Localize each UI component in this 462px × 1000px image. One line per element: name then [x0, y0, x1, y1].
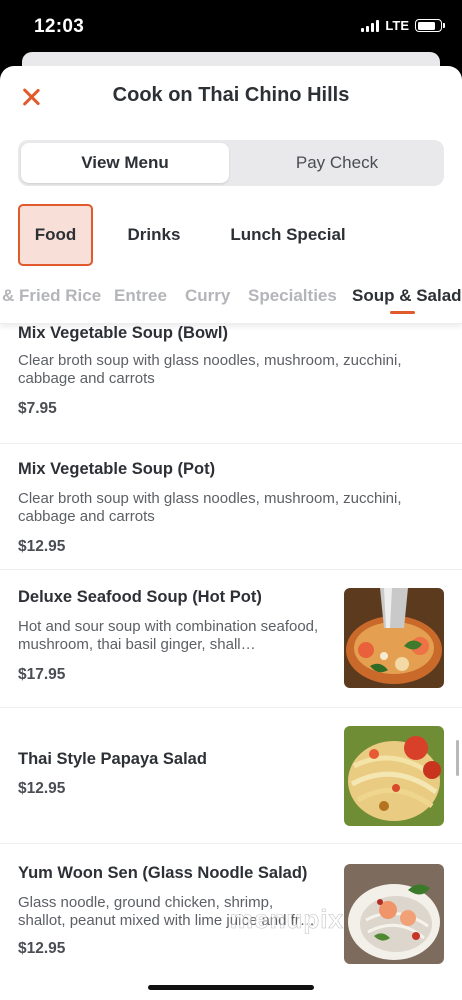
item-price: $12.95	[18, 538, 66, 555]
subtab-fried-rice[interactable]: & Fried Rice	[2, 286, 101, 306]
item-price: $12.95	[18, 940, 66, 957]
item-name: Mix Vegetable Soup (Pot)	[18, 460, 216, 478]
seafood-soup-photo	[344, 588, 444, 688]
page-title: Cook on Thai Chino Hills	[112, 84, 350, 106]
subtab-soup-salad[interactable]: Soup & Salad	[352, 286, 462, 306]
subtab-specialties[interactable]: Specialties	[248, 286, 337, 306]
item-name: Yum Woon Sen (Glass Noodle Salad)	[18, 864, 308, 882]
item-description: Clear broth soup with glass noodles, mus…	[18, 352, 402, 387]
tab-drinks[interactable]: Drinks	[116, 204, 192, 266]
subtab-entree[interactable]: Entree	[114, 286, 167, 306]
menu-item[interactable]: Mix Vegetable Soup (Bowl) Clear broth so…	[0, 324, 462, 444]
status-icons: LTE	[361, 18, 445, 33]
status-time: 12:03	[34, 16, 85, 37]
tab-lunch-special[interactable]: Lunch Special	[224, 204, 352, 266]
battery-icon	[415, 19, 445, 32]
item-name: Thai Style Papaya Salad	[18, 750, 207, 768]
status-bar: 12:03 LTE	[0, 0, 462, 56]
tab-food[interactable]: Food	[18, 204, 93, 266]
active-tab-underline	[390, 311, 415, 314]
item-price: $17.95	[18, 666, 66, 683]
item-description: Clear broth soup with glass noodles, mus…	[18, 490, 402, 525]
menu-item[interactable]: Thai Style Papaya Salad $12.95	[0, 708, 462, 844]
menu-item[interactable]: Mix Vegetable Soup (Pot) Clear broth sou…	[0, 444, 462, 570]
glass-noodle-salad-photo	[344, 864, 444, 964]
view-menu-button[interactable]: View Menu	[21, 143, 229, 183]
papaya-salad-photo	[344, 726, 444, 826]
menu-list: Mix Vegetable Soup (Bowl) Clear broth so…	[0, 324, 462, 984]
item-price: $7.95	[18, 400, 57, 417]
subcategory-tabs: & Fried Rice Entree Curry Specialties So…	[0, 276, 462, 324]
item-description: Hot and sour soup with combination seafo…	[18, 618, 319, 653]
item-name: Mix Vegetable Soup (Bowl)	[18, 324, 228, 342]
item-price: $12.95	[18, 780, 66, 797]
watermark-text: menupix	[230, 904, 344, 935]
network-label: LTE	[385, 18, 409, 33]
menu-sheet: Cook on Thai Chino Hills View Menu Pay C…	[0, 66, 462, 1000]
home-indicator[interactable]	[148, 985, 314, 990]
pay-check-button[interactable]: Pay Check	[233, 143, 441, 183]
scrollbar[interactable]	[456, 740, 459, 776]
mode-toggle: View Menu Pay Check	[18, 140, 444, 186]
menu-item[interactable]: Deluxe Seafood Soup (Hot Pot) Hot and so…	[0, 570, 462, 708]
category-tabs: Food Drinks Lunch Special	[18, 204, 448, 266]
subtab-curry[interactable]: Curry	[185, 286, 230, 306]
item-name: Deluxe Seafood Soup (Hot Pot)	[18, 588, 262, 606]
signal-icon	[361, 19, 380, 32]
